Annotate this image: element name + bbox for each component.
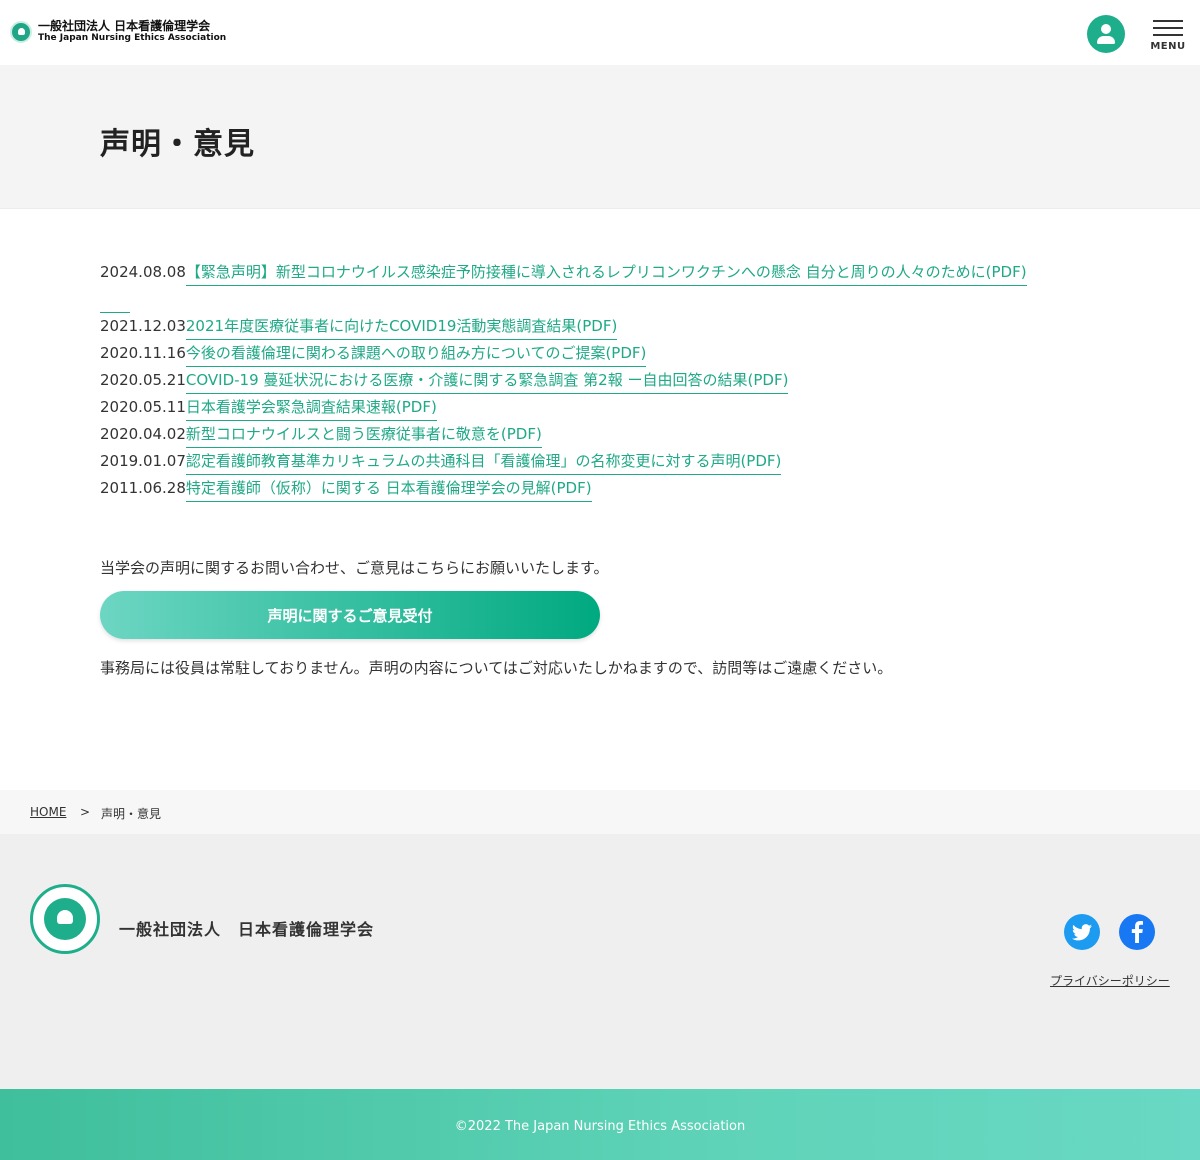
breadcrumb-home-link[interactable]: HOME	[30, 805, 66, 819]
breadcrumb-separator: >	[80, 805, 91, 819]
footer-logo-emblem-icon	[44, 898, 86, 940]
site-header: 一般社団法人 日本看護倫理学会 The Japan Nursing Ethics…	[0, 0, 1200, 65]
facebook-f-icon	[1131, 921, 1143, 943]
copyright-band: ©2022 The Japan Nursing Ethics Associati…	[0, 1089, 1200, 1160]
footer-logo[interactable]	[30, 884, 100, 954]
menu-label: MENU	[1150, 41, 1186, 52]
list-item: 2021.12.032021年度医療従事者に向けたCOVID19活動実態調査結果…	[100, 316, 618, 340]
contact-notice: 当学会の声明に関するお問い合わせ、ご意見はこちらにお願いいたします。	[100, 559, 609, 577]
user-icon-body	[1097, 36, 1115, 44]
footer-org-name: 一般社団法人 日本看護倫理学会	[119, 920, 375, 939]
hamburger-icon	[1153, 20, 1183, 22]
statement-date: 2021.12.03	[100, 317, 186, 335]
facebook-icon[interactable]	[1119, 914, 1155, 950]
office-note: 事務局には役員は常駐しておりません。声明の内容についてはご対応いたしかねますので…	[100, 659, 893, 677]
twitter-bird-icon	[1072, 923, 1092, 940]
user-button[interactable]	[1087, 15, 1125, 53]
list-item: 2020.04.02新型コロナウイルスと闘う医療従事者に敬意を(PDF)	[100, 424, 542, 448]
statement-date: 2011.06.28	[100, 479, 186, 497]
statement-date: 2020.04.02	[100, 425, 186, 443]
list-item: 2011.06.28特定看護師（仮称）に関する 日本看護倫理学会の見解(PDF)	[100, 478, 592, 502]
logo-emblem-icon	[10, 20, 32, 43]
statement-link[interactable]: 新型コロナウイルスと闘う医療従事者に敬意を(PDF)	[185, 425, 542, 448]
hamburger-icon-bar	[1153, 27, 1183, 29]
statement-date: 2020.11.16	[100, 344, 186, 362]
breadcrumb: HOME > 声明・意見	[0, 790, 1200, 834]
list-item: 2019.01.07認定看護師教育基準カリキュラムの共通科目「看護倫理」の名称変…	[100, 451, 782, 475]
statement-link[interactable]: 認定看護師教育基準カリキュラムの共通科目「看護倫理」の名称変更に対する声明(PD…	[185, 452, 782, 475]
breadcrumb-current: 声明・意見	[101, 807, 162, 821]
statement-date: 2020.05.11	[100, 398, 186, 416]
site-footer: 一般社団法人 日本看護倫理学会 プライバシーポリシー	[0, 834, 1200, 1089]
page-title-band: 声明・意見	[0, 65, 1200, 209]
user-icon	[1101, 24, 1111, 34]
twitter-icon[interactable]	[1064, 914, 1100, 950]
statement-link[interactable]: 日本看護学会緊急調査結果速報(PDF)	[185, 398, 437, 421]
logo-text: 一般社団法人 日本看護倫理学会 The Japan Nursing Ethics…	[38, 19, 226, 44]
heart-icon	[57, 910, 73, 924]
list-item: 2024.08.08【緊急声明】新型コロナウイルス感染症予防接種に導入されるレプ…	[100, 262, 1027, 286]
copyright: ©2022 The Japan Nursing Ethics Associati…	[454, 1119, 746, 1134]
page-title: 声明・意見	[100, 127, 255, 162]
opinion-form-button[interactable]: 声明に関するご意見受付	[100, 591, 600, 639]
hamburger-icon-bar	[1153, 34, 1183, 36]
statement-date: 2020.05.21	[100, 371, 186, 389]
logo-name-en: The Japan Nursing Ethics Association	[38, 33, 227, 43]
logo-name-ja: 一般社団法人 日本看護倫理学会	[38, 19, 211, 33]
list-item: 2020.11.16今後の看護倫理に関わる課題への取り組み方についてのご提案(P…	[100, 343, 647, 367]
statement-link[interactable]: 特定看護師（仮称）に関する 日本看護倫理学会の見解(PDF)	[185, 479, 592, 502]
statement-date: 2024.08.08	[100, 263, 186, 281]
statement-link[interactable]: 【緊急声明】新型コロナウイルス感染症予防接種に導入されるレプリコンワクチンへの懸…	[185, 263, 1027, 286]
site-logo[interactable]: 一般社団法人 日本看護倫理学会 The Japan Nursing Ethics…	[10, 19, 226, 44]
statement-link[interactable]: 2021年度医療従事者に向けたCOVID19活動実態調査結果(PDF)	[185, 317, 618, 340]
divider	[100, 312, 130, 313]
statement-date: 2019.01.07	[100, 452, 186, 470]
statement-link[interactable]: 今後の看護倫理に関わる課題への取り組み方についてのご提案(PDF)	[185, 344, 647, 367]
list-item: 2020.05.11日本看護学会緊急調査結果速報(PDF)	[100, 397, 437, 421]
menu-button[interactable]: MENU	[1150, 18, 1186, 56]
list-item: 2020.05.21COVID-19 蔓延状況における医療・介護に関する緊急調査…	[100, 370, 789, 394]
privacy-policy-link[interactable]: プライバシーポリシー	[1050, 972, 1170, 989]
statement-link[interactable]: COVID-19 蔓延状況における医療・介護に関する緊急調査 第2報 ー自由回答…	[185, 371, 789, 394]
